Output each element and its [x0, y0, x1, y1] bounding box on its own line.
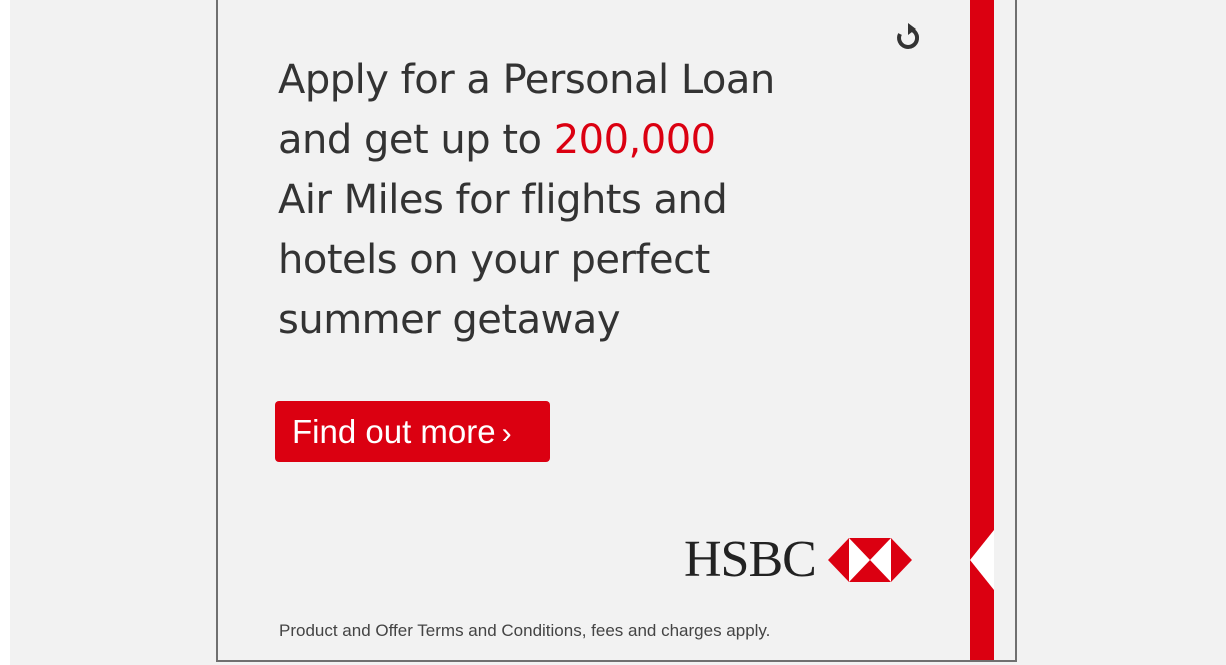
- ad-headline: Apply for a Personal Loan and get up to …: [278, 50, 918, 350]
- headline-line-5: summer getaway: [278, 297, 620, 343]
- headline-line-1: Apply for a Personal Loan: [278, 57, 775, 103]
- cta-label: Find out more: [292, 413, 496, 450]
- find-out-more-button[interactable]: Find out more ›: [275, 401, 550, 462]
- hsbc-hexagon-icon: [827, 538, 912, 582]
- hsbc-logo[interactable]: HSBC: [684, 530, 912, 590]
- headline-line-3: Air Miles for flights and: [278, 177, 728, 223]
- headline-line-2: and get up to 200,000: [278, 110, 918, 170]
- terms-disclaimer: Product and Offer Terms and Conditions, …: [279, 621, 771, 640]
- highlight-amount: 200,000: [553, 117, 716, 163]
- headline-line-4: hotels on your perfect: [278, 237, 710, 283]
- ad-banner[interactable]: Apply for a Personal Loan and get up to …: [216, 0, 1017, 662]
- brand-name: HSBC: [684, 531, 817, 588]
- chevron-right-icon: ›: [501, 417, 512, 450]
- arrow-notch-icon: [970, 530, 994, 590]
- headline-line-2-text: and get up to: [278, 117, 554, 163]
